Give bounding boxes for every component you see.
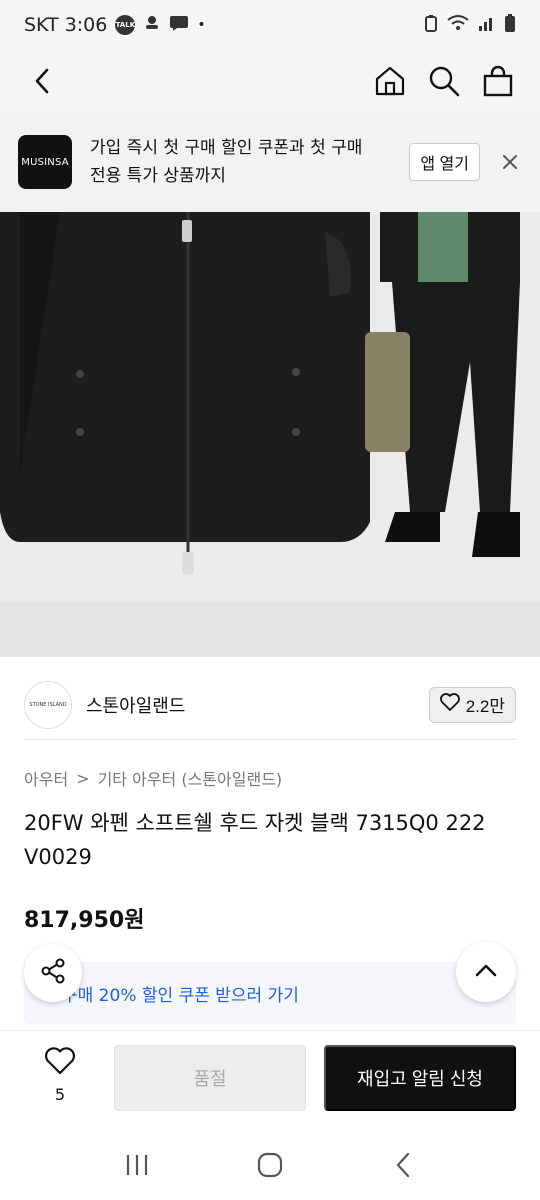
system-navigation (0, 1130, 540, 1200)
brand-name[interactable]: 스톤아일랜드 (86, 692, 185, 718)
chevron-up-icon (474, 962, 498, 982)
wishlist-button[interactable]: 5 (36, 1047, 84, 1104)
open-app-button[interactable]: 앱 열기 (409, 143, 480, 181)
breadcrumb-subcategory[interactable]: 기타 아우터 (스톤아일랜드) (98, 766, 283, 790)
product-price: 817,950원 (24, 908, 145, 933)
top-navigation (0, 50, 540, 112)
wifi-icon (446, 14, 470, 37)
carrier-time: SKT 3:06 (24, 14, 108, 36)
signal-icon (478, 14, 496, 37)
coupon-banner[interactable]: 구매 20% 할인 쿠폰 받으러 가기 (24, 962, 516, 1024)
bag-icon[interactable] (480, 63, 516, 99)
close-icon[interactable] (498, 150, 522, 174)
image-pager-strip (0, 602, 540, 657)
restock-alert-button[interactable]: 재입고 알림 신청 (324, 1045, 516, 1111)
soldout-button: 품절 (114, 1045, 306, 1111)
heart-icon (44, 1047, 76, 1079)
brand-like-count: 2.2만 (465, 697, 505, 716)
bottom-action-bar: 5 품절 재입고 알림 신청 (0, 1030, 540, 1130)
home-nav-icon[interactable] (250, 1145, 290, 1185)
wishlist-count: 5 (54, 1085, 66, 1104)
product-image[interactable] (0, 212, 540, 602)
breadcrumb: 아우터 > 기타 아우터 (스톤아일랜드) (24, 766, 282, 790)
back-nav-icon[interactable] (383, 1145, 423, 1185)
kakaotalk-icon: TALK (115, 15, 136, 35)
coupon-label: 구매 20% 할인 쿠폰 받으러 가기 (62, 985, 299, 1006)
share-button[interactable] (24, 944, 82, 1002)
battery-icon (504, 13, 516, 38)
banner-message: 가입 즉시 첫 구매 할인 쿠폰과 첫 구매 전용 특가 상품까지 (90, 138, 363, 186)
brand-logo[interactable]: STONE ISLAND (24, 680, 72, 729)
share-icon (39, 957, 67, 989)
product-title: 20FW 와펜 소프트쉘 후드 자켓 블랙 7315Q0 222 V0029 (24, 811, 486, 869)
more-notifications-dot: • (197, 17, 206, 33)
scroll-top-button[interactable] (456, 942, 516, 1002)
back-icon[interactable] (24, 63, 60, 99)
battery-saver-icon (424, 14, 438, 37)
brand-row[interactable]: STONE ISLAND 스톤아일랜드 2.2만 (24, 670, 516, 740)
heart-icon (439, 693, 460, 716)
home-icon[interactable] (372, 63, 408, 99)
brand-like-button[interactable]: 2.2만 (428, 686, 516, 723)
breadcrumb-category[interactable]: 아우터 (24, 766, 68, 790)
breadcrumb-separator: > (76, 768, 90, 788)
musinsa-logo: MUSINSA (18, 135, 72, 189)
app-install-banner: MUSINSA 가입 즉시 첫 구매 할인 쿠폰과 첫 구매 전용 특가 상품까… (0, 112, 540, 212)
status-bar: SKT 3:06 TALK • (0, 0, 540, 50)
notification-icon (143, 14, 161, 37)
search-icon[interactable] (426, 63, 462, 99)
recent-apps-icon[interactable] (117, 1145, 157, 1185)
chat-icon (169, 14, 189, 37)
